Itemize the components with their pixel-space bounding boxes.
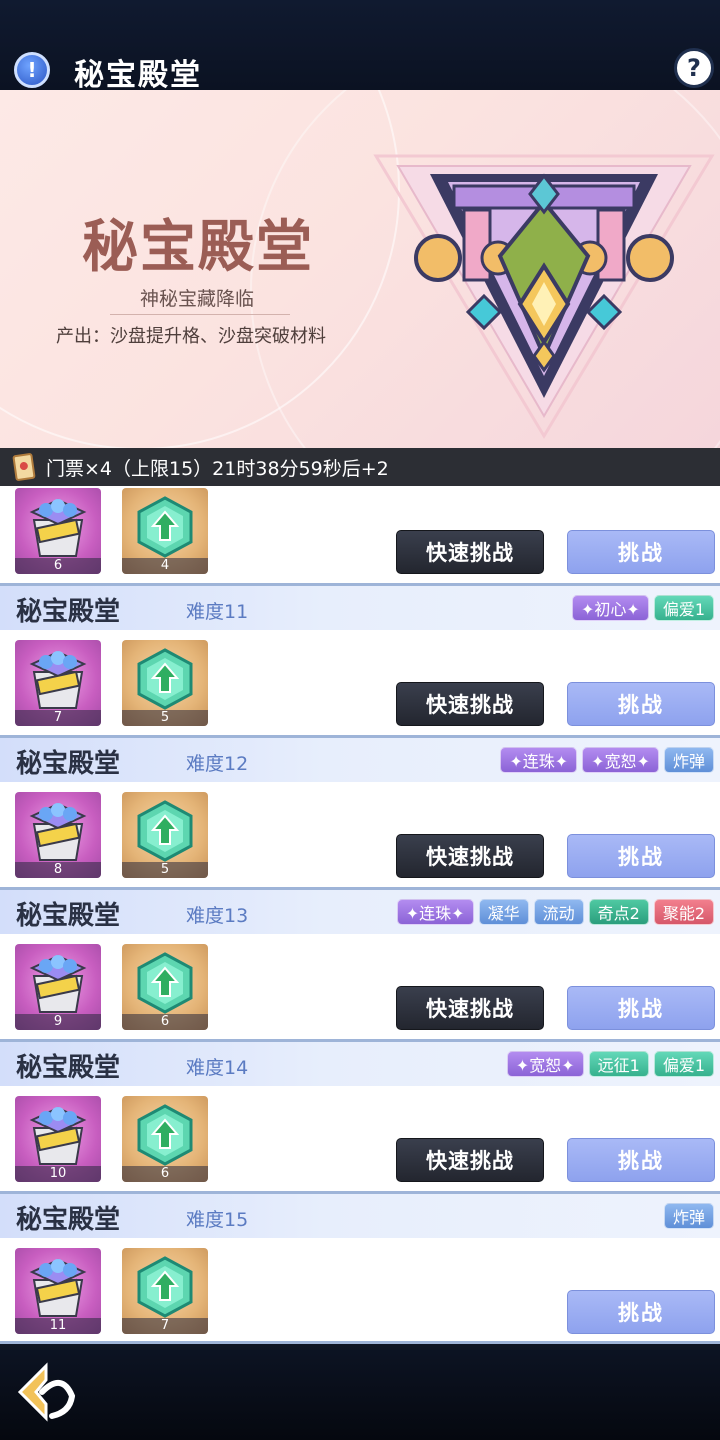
reward-chest-icon[interactable]: 11	[15, 1248, 101, 1334]
challenge-button[interactable]: 挑战	[567, 1138, 715, 1182]
modifier-tags: 炸弹	[663, 1203, 714, 1229]
modifier-tag[interactable]: 流动	[533, 899, 584, 925]
challenge-button[interactable]: 挑战	[567, 1290, 715, 1334]
modifier-tags: ✦初心✦ 偏爱1	[571, 595, 714, 621]
stage-row: 秘宝殿堂 难度13 ✦连珠✦ 凝华 流动 奇点2 聚能2 9 6 快速挑战 挑战	[0, 890, 720, 1042]
upgrade-gem-icon[interactable]: 7	[122, 1248, 208, 1334]
stage-name: 秘宝殿堂	[16, 597, 121, 627]
top-bar: ! 秘宝殿堂 ?	[0, 0, 720, 93]
challenge-button[interactable]: 挑战	[567, 682, 715, 726]
exclamation-icon[interactable]: !	[14, 52, 50, 88]
banner-title: 秘宝殿堂	[82, 214, 314, 280]
modifier-tag[interactable]: ✦初心✦	[571, 595, 649, 621]
reward-count: 11	[15, 1318, 101, 1334]
modifier-tag[interactable]: 炸弹	[663, 1203, 714, 1229]
modifier-tags: ✦连珠✦ 凝华 流动 奇点2 聚能2	[396, 899, 714, 925]
reward-count: 7	[122, 1318, 208, 1334]
upgrade-gem-icon[interactable]: 6	[122, 944, 208, 1030]
stage-difficulty: 难度12	[186, 753, 249, 775]
stage-difficulty: 难度15	[186, 1209, 249, 1231]
banner-divider	[110, 314, 290, 315]
modifier-tag[interactable]: 偏爱1	[653, 1051, 714, 1077]
banner-subtitle: 神秘宝藏降临	[139, 288, 254, 310]
stage-row: 秘宝殿堂 难度15 炸弹 11 7 挑战	[0, 1194, 720, 1344]
back-arrow-icon[interactable]	[16, 1362, 78, 1424]
upgrade-gem-icon[interactable]: 5	[122, 640, 208, 726]
stage-row: 6 4 快速挑战 挑战	[0, 486, 720, 586]
stage-row-header: 秘宝殿堂 难度12 ✦连珠✦ ✦宽恕✦ 炸弹	[0, 738, 720, 782]
quick-challenge-button[interactable]: 快速挑战	[396, 530, 544, 574]
upgrade-gem-icon[interactable]: 5	[122, 792, 208, 878]
reward-chest-icon[interactable]: 8	[15, 792, 101, 878]
reward-count: 6	[122, 1014, 208, 1030]
ticket-strip: 门票×4（上限15）21时38分59秒后+2	[0, 448, 720, 486]
reward-count: 4	[122, 558, 208, 574]
stage-row: 秘宝殿堂 难度11 ✦初心✦ 偏爱1 7 5 快速挑战 挑战	[0, 586, 720, 738]
stage-difficulty: 难度14	[186, 1057, 249, 1079]
stage-row: 秘宝殿堂 难度12 ✦连珠✦ ✦宽恕✦ 炸弹 8 5 快速挑战 挑战	[0, 738, 720, 890]
challenge-button[interactable]: 挑战	[567, 834, 715, 878]
modifier-tag[interactable]: 凝华	[478, 899, 529, 925]
stage-row-header: 秘宝殿堂 难度14 ✦宽恕✦ 远征1 偏爱1	[0, 1042, 720, 1086]
reward-count: 5	[122, 862, 208, 878]
quick-challenge-button[interactable]: 快速挑战	[396, 682, 544, 726]
reward-chest-icon[interactable]: 6	[15, 488, 101, 574]
stage-row-header: 秘宝殿堂 难度15 炸弹	[0, 1194, 720, 1238]
event-banner: 秘宝殿堂 神秘宝藏降临 产出：沙盘提升格、沙盘突破材料	[0, 90, 720, 448]
modifier-tags: ✦连珠✦ ✦宽恕✦ 炸弹	[500, 747, 714, 773]
stage-name: 秘宝殿堂	[16, 901, 121, 931]
reward-count: 10	[15, 1166, 101, 1182]
stage-difficulty: 难度11	[186, 601, 249, 623]
quick-challenge-button[interactable]: 快速挑战	[396, 1138, 544, 1182]
ticket-icon	[12, 452, 36, 482]
bottom-bar	[0, 1344, 720, 1440]
modifier-tag[interactable]: ✦连珠✦	[500, 747, 578, 773]
stage-name: 秘宝殿堂	[16, 1205, 121, 1235]
reward-count: 6	[15, 558, 101, 574]
modifier-tag[interactable]: ✦宽恕✦	[506, 1051, 584, 1077]
banner-description: 产出：沙盘提升格、沙盘突破材料	[56, 326, 326, 347]
modifier-tag[interactable]: 炸弹	[663, 747, 714, 773]
modifier-tag[interactable]: 偏爱1	[653, 595, 714, 621]
modifier-tags: ✦宽恕✦ 远征1 偏爱1	[506, 1051, 714, 1077]
upgrade-gem-icon[interactable]: 4	[122, 488, 208, 574]
stage-difficulty: 难度13	[186, 905, 249, 927]
quick-challenge-button[interactable]: 快速挑战	[396, 834, 544, 878]
stage-row: 秘宝殿堂 难度14 ✦宽恕✦ 远征1 偏爱1 10 6 快速挑战 挑战	[0, 1042, 720, 1194]
stage-row-header: 秘宝殿堂 难度13 ✦连珠✦ 凝华 流动 奇点2 聚能2	[0, 890, 720, 934]
challenge-button[interactable]: 挑战	[567, 530, 715, 574]
reward-chest-icon[interactable]: 7	[15, 640, 101, 726]
reward-count: 6	[122, 1166, 208, 1182]
reward-chest-icon[interactable]: 9	[15, 944, 101, 1030]
modifier-tag[interactable]: 奇点2	[588, 899, 649, 925]
question-icon[interactable]: ?	[674, 48, 714, 88]
stage-name: 秘宝殿堂	[16, 1053, 121, 1083]
quick-challenge-button[interactable]: 快速挑战	[396, 986, 544, 1030]
modifier-tag[interactable]: ✦宽恕✦	[582, 747, 659, 773]
reward-count: 5	[122, 710, 208, 726]
ticket-text: 门票×4（上限15）21时38分59秒后+2	[46, 457, 389, 480]
reward-count: 9	[15, 1014, 101, 1030]
modifier-tag[interactable]: 聚能2	[653, 899, 714, 925]
modifier-tag[interactable]: ✦连珠✦	[396, 899, 474, 925]
stage-name: 秘宝殿堂	[16, 749, 121, 779]
upgrade-gem-icon[interactable]: 6	[122, 1096, 208, 1182]
modifier-tag[interactable]: 远征1	[588, 1051, 649, 1077]
challenge-button[interactable]: 挑战	[567, 986, 715, 1030]
page-title: 秘宝殿堂	[74, 58, 202, 93]
reward-count: 8	[15, 862, 101, 878]
stage-row-header: 秘宝殿堂 难度11 ✦初心✦ 偏爱1	[0, 586, 720, 630]
reward-chest-icon[interactable]: 10	[15, 1096, 101, 1182]
treasure-hall-emblem-icon	[373, 154, 715, 439]
reward-count: 7	[15, 710, 101, 726]
